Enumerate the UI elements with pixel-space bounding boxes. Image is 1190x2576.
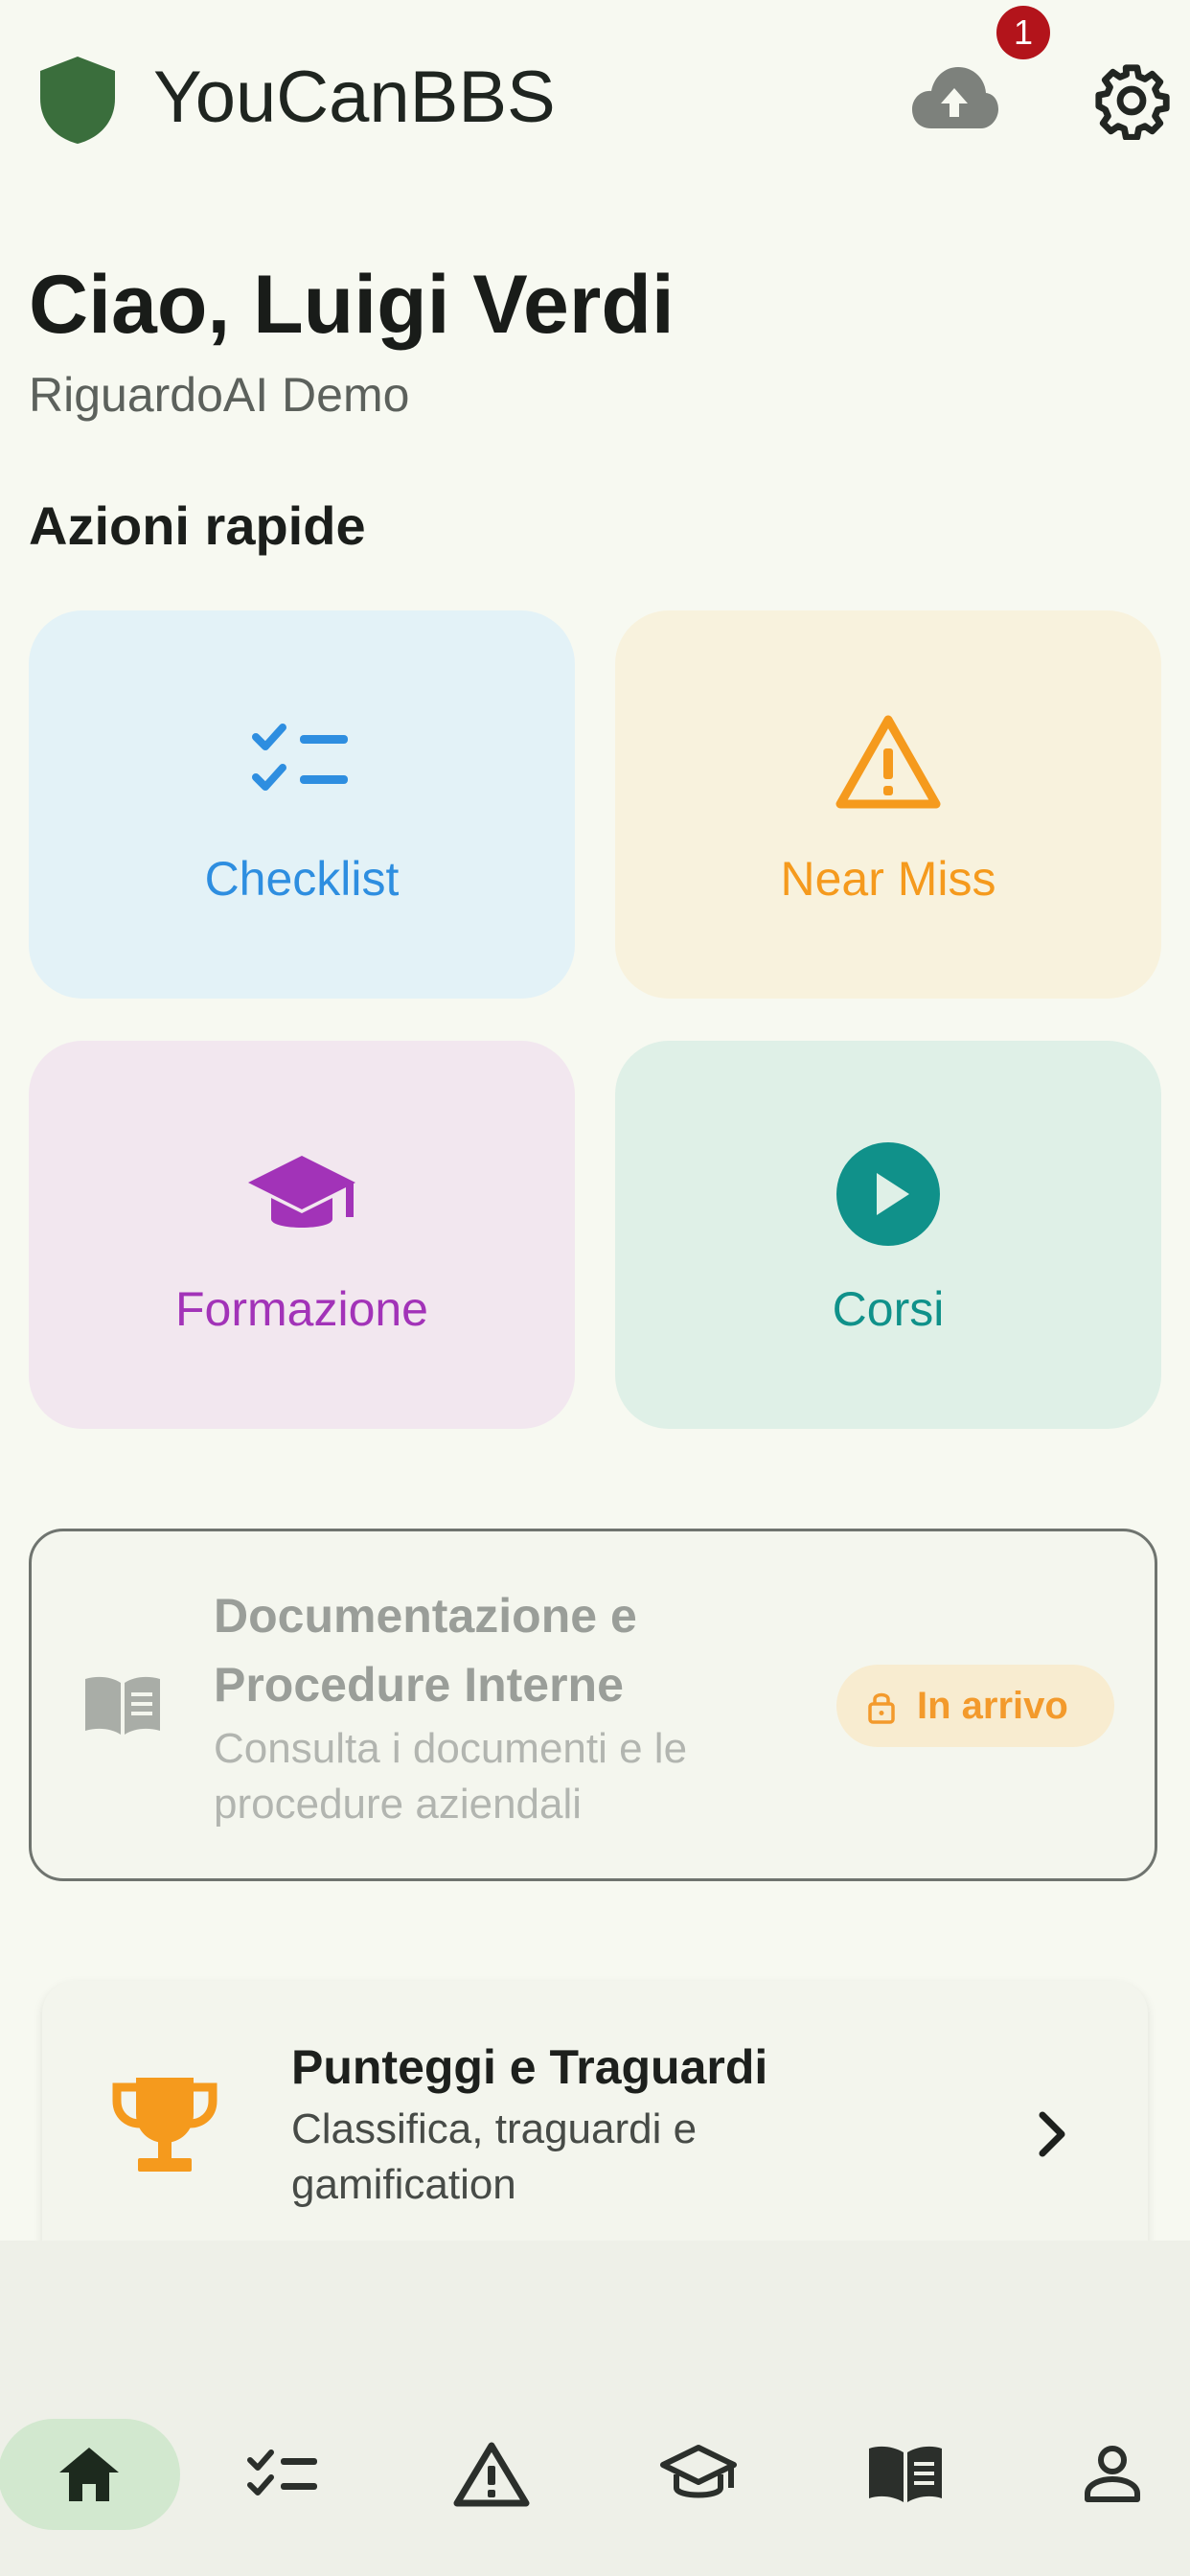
shield-logo-icon bbox=[40, 57, 115, 144]
chevron-right-icon bbox=[1039, 2111, 1065, 2157]
app-title: YouCanBBS bbox=[153, 57, 556, 138]
cloud-upload-button[interactable] bbox=[908, 61, 1000, 138]
settings-button[interactable] bbox=[1092, 61, 1171, 141]
lock-icon bbox=[868, 1692, 895, 1724]
book-icon bbox=[869, 2446, 942, 2502]
person-icon bbox=[1085, 2446, 1140, 2502]
formazione-card[interactable]: Formazione bbox=[29, 1041, 575, 1429]
near-miss-card-label: Near Miss bbox=[780, 852, 996, 906]
warning-icon bbox=[453, 2442, 530, 2507]
book-open-icon bbox=[85, 1676, 160, 1735]
cloud-upload-icon bbox=[912, 67, 998, 128]
upload-count-badge: 1 bbox=[996, 6, 1050, 59]
checklist-card[interactable]: Checklist bbox=[29, 610, 575, 999]
graduation-cap-icon bbox=[248, 1156, 355, 1228]
play-circle-icon bbox=[836, 1142, 940, 1246]
coming-soon-badge: In arrivo bbox=[836, 1665, 1114, 1747]
quick-actions-title: Azioni rapide bbox=[29, 495, 366, 556]
nav-profile[interactable] bbox=[1021, 2419, 1190, 2530]
app-header: YouCanBBS 1 bbox=[0, 0, 1190, 196]
nav-home[interactable] bbox=[0, 2419, 180, 2530]
near-miss-card[interactable]: Near Miss bbox=[615, 610, 1161, 999]
documentation-title: Documentazione e Procedure Interne bbox=[214, 1589, 637, 1712]
greeting-title: Ciao, Luigi Verdi bbox=[29, 259, 675, 351]
corsi-card-label: Corsi bbox=[832, 1282, 945, 1336]
warning-icon bbox=[835, 715, 941, 809]
coming-soon-label: In arrivo bbox=[917, 1685, 1068, 1727]
organization-name: RiguardoAI Demo bbox=[29, 368, 410, 422]
documentation-subtitle: Consulta i documenti e le procedure azie… bbox=[214, 1725, 688, 1828]
nav-documents[interactable] bbox=[814, 2419, 996, 2530]
trophy-icon bbox=[112, 2078, 217, 2172]
nav-checklist[interactable] bbox=[192, 2419, 374, 2530]
nav-training[interactable] bbox=[607, 2419, 790, 2530]
checklist-icon bbox=[247, 2450, 317, 2496]
home-icon bbox=[59, 2448, 119, 2501]
scores-title: Punteggi e Traguardi bbox=[291, 2040, 768, 2094]
checklist-card-label: Checklist bbox=[204, 852, 400, 906]
bottom-navigation bbox=[0, 2241, 1190, 2576]
formazione-card-label: Formazione bbox=[175, 1282, 428, 1336]
checklist-icon bbox=[252, 724, 348, 791]
documentation-card[interactable]: Documentazione e Procedure Interne Consu… bbox=[29, 1529, 1157, 1881]
scores-subtitle: Classifica, traguardi e gamification bbox=[291, 2105, 698, 2208]
gear-icon bbox=[1095, 64, 1170, 141]
graduation-cap-icon bbox=[660, 2445, 737, 2498]
corsi-card[interactable]: Corsi bbox=[615, 1041, 1161, 1429]
nav-near-miss[interactable] bbox=[400, 2419, 583, 2530]
